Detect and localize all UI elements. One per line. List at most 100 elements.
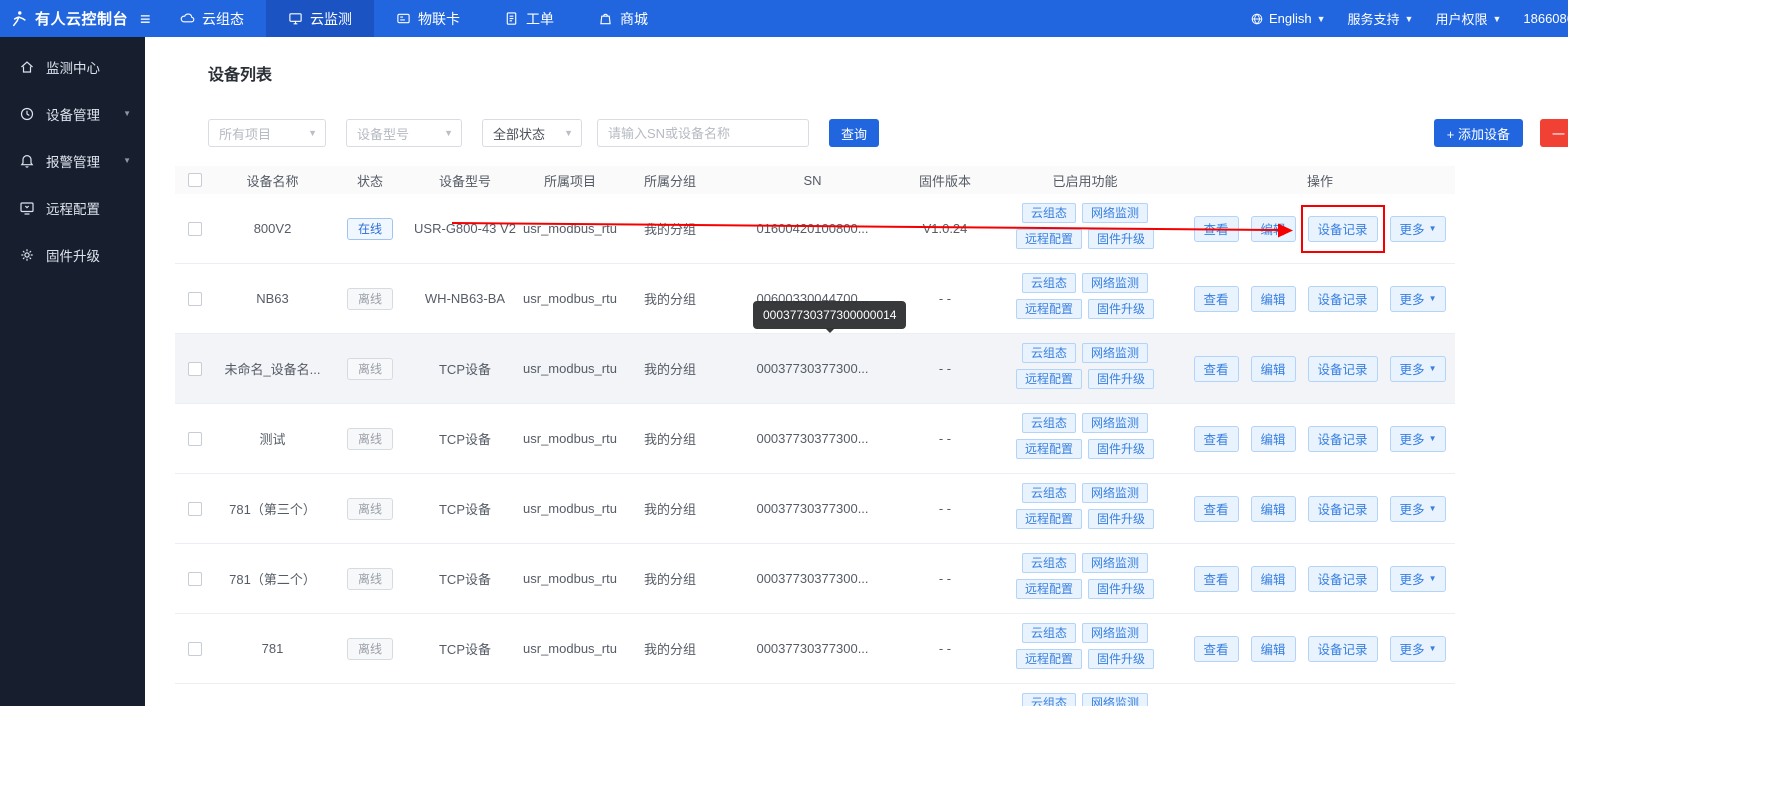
sidebar-item-remote-config[interactable]: 远程配置	[0, 184, 145, 231]
feature-badge[interactable]: 网络监测	[1082, 413, 1148, 433]
feature-badge[interactable]: 云组态	[1022, 693, 1076, 706]
feature-badge[interactable]: 网络监测	[1082, 343, 1148, 363]
cell-sn: 00037730377300...	[720, 361, 905, 376]
topnav-item-work-order[interactable]: 工单	[482, 0, 576, 37]
status-badge: 离线	[347, 288, 393, 310]
sidebar-item-label: 设备管理	[46, 104, 100, 124]
action-edit-button[interactable]: 编辑	[1251, 636, 1296, 662]
action-more-button[interactable]: 更多▼	[1390, 286, 1447, 312]
feature-badge[interactable]: 固件升级	[1088, 509, 1154, 529]
row-checkbox[interactable]	[188, 502, 202, 516]
feature-badge[interactable]: 网络监测	[1082, 553, 1148, 573]
feature-badge[interactable]: 云组态	[1022, 273, 1076, 293]
action-more-button[interactable]: 更多▼	[1390, 636, 1447, 662]
query-button[interactable]: 查询	[829, 119, 879, 147]
action-more-button[interactable]: 更多▼	[1390, 356, 1447, 382]
chevron-down-icon: ▼	[1429, 294, 1437, 303]
action-more-button[interactable]: 更多▼	[1390, 566, 1447, 592]
feature-badge[interactable]: 固件升级	[1088, 649, 1154, 669]
feature-badge[interactable]: 网络监测	[1082, 693, 1148, 706]
row-checkbox[interactable]	[188, 292, 202, 306]
add-device-button[interactable]: + 添加设备	[1434, 119, 1523, 147]
permission-menu[interactable]: 用户权限 ▼	[1435, 9, 1501, 28]
action-edit-button[interactable]: 编辑	[1251, 356, 1296, 382]
sidebar-item-alarm-management[interactable]: 报警管理▼	[0, 137, 145, 184]
action-edit-button[interactable]: 编辑	[1251, 216, 1296, 242]
model-select[interactable]: 设备型号 ▼	[346, 119, 462, 147]
action-view-button[interactable]: 查看	[1194, 216, 1239, 242]
sidebar-item-device-management[interactable]: 设备管理▼	[0, 90, 145, 137]
status-select[interactable]: 全部状态 ▼	[482, 119, 582, 147]
action-view-button[interactable]: 查看	[1194, 496, 1239, 522]
search-input[interactable]	[597, 119, 809, 147]
action-view-button[interactable]: 查看	[1194, 706, 1239, 707]
cell-model: USR-G800-43 V2	[410, 221, 520, 236]
row-checkbox[interactable]	[188, 362, 202, 376]
menu-toggle-icon[interactable]: ≡	[140, 10, 151, 28]
action-edit-button[interactable]: 编辑	[1251, 496, 1296, 522]
annotated-action: 设备记录	[1308, 216, 1378, 242]
feature-badge[interactable]: 云组态	[1022, 343, 1076, 363]
feature-badge[interactable]: 固件升级	[1088, 579, 1154, 599]
feature-badge[interactable]: 固件升级	[1088, 229, 1154, 249]
action-edit-button[interactable]: 编辑	[1251, 706, 1296, 707]
feature-badge[interactable]: 远程配置	[1016, 649, 1082, 669]
feature-badge[interactable]: 远程配置	[1016, 509, 1082, 529]
topnav-item-scada[interactable]: 云组态	[158, 0, 266, 37]
feature-badge[interactable]: 网络监测	[1082, 273, 1148, 293]
action-more-button[interactable]: 更多▼	[1390, 426, 1447, 452]
action-edit-button[interactable]: 编辑	[1251, 286, 1296, 312]
action-device-record-button[interactable]: 设备记录	[1308, 286, 1378, 312]
topnav-item-iot-card[interactable]: 物联卡	[374, 0, 482, 37]
action-device-record-button[interactable]: 设备记录	[1308, 566, 1378, 592]
account-phone[interactable]: 1866086	[1523, 11, 1568, 26]
action-device-record-button[interactable]: 设备记录	[1308, 706, 1378, 707]
sidebar-item-firmware-upgrade[interactable]: 固件升级	[0, 231, 145, 278]
cell-firmware: - -	[905, 641, 985, 656]
action-more-button[interactable]: 更多▼	[1390, 706, 1447, 707]
topnav-item-mall[interactable]: 商城	[576, 0, 670, 37]
language-select[interactable]: English ▼	[1250, 11, 1326, 26]
action-device-record-button[interactable]: 设备记录	[1308, 356, 1378, 382]
action-more-button[interactable]: 更多▼	[1390, 216, 1447, 242]
feature-badge[interactable]: 远程配置	[1016, 439, 1082, 459]
action-device-record-button[interactable]: 设备记录	[1308, 636, 1378, 662]
row-checkbox[interactable]	[188, 572, 202, 586]
feature-badge[interactable]: 远程配置	[1016, 369, 1082, 389]
row-checkbox[interactable]	[188, 222, 202, 236]
sidebar-item-monitor-center[interactable]: 监测中心	[0, 43, 145, 90]
row-checkbox[interactable]	[188, 432, 202, 446]
action-device-record-button[interactable]: 设备记录	[1308, 426, 1378, 452]
feature-badge[interactable]: 固件升级	[1088, 439, 1154, 459]
feature-badge[interactable]: 远程配置	[1016, 579, 1082, 599]
action-view-button[interactable]: 查看	[1194, 636, 1239, 662]
feature-badge[interactable]: 云组态	[1022, 203, 1076, 223]
feature-badge[interactable]: 远程配置	[1016, 299, 1082, 319]
feature-badge[interactable]: 固件升级	[1088, 369, 1154, 389]
topnav-item-cloud-monitor[interactable]: 云监测	[266, 0, 374, 37]
row-checkbox[interactable]	[188, 642, 202, 656]
support-menu[interactable]: 服务支持 ▼	[1348, 9, 1414, 28]
action-view-button[interactable]: 查看	[1194, 286, 1239, 312]
action-device-record-button[interactable]: 设备记录	[1308, 216, 1378, 242]
feature-badge[interactable]: 云组态	[1022, 483, 1076, 503]
topnav-label: 云组态	[202, 9, 244, 29]
feature-badge[interactable]: 远程配置	[1016, 229, 1082, 249]
action-device-record-button[interactable]: 设备记录	[1308, 496, 1378, 522]
action-more-button[interactable]: 更多▼	[1390, 496, 1447, 522]
feature-badge[interactable]: 云组态	[1022, 413, 1076, 433]
feature-badge[interactable]: 网络监测	[1082, 203, 1148, 223]
select-all-checkbox[interactable]	[188, 173, 202, 187]
feature-badge[interactable]: 云组态	[1022, 553, 1076, 573]
feature-badge[interactable]: 网络监测	[1082, 483, 1148, 503]
clipped-red-button[interactable]: 一	[1540, 119, 1568, 147]
feature-badge[interactable]: 固件升级	[1088, 299, 1154, 319]
action-view-button[interactable]: 查看	[1194, 566, 1239, 592]
project-select[interactable]: 所有项目 ▼	[208, 119, 326, 147]
feature-badge[interactable]: 云组态	[1022, 623, 1076, 643]
action-edit-button[interactable]: 编辑	[1251, 566, 1296, 592]
action-view-button[interactable]: 查看	[1194, 426, 1239, 452]
action-view-button[interactable]: 查看	[1194, 356, 1239, 382]
feature-badge[interactable]: 网络监测	[1082, 623, 1148, 643]
action-edit-button[interactable]: 编辑	[1251, 426, 1296, 452]
